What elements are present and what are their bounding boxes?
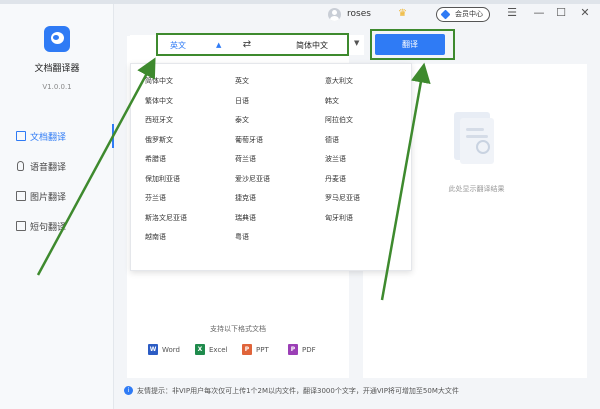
app-name: 文档翻译器	[34, 64, 80, 74]
format-label: Excel	[209, 345, 228, 354]
pdf-icon: P	[288, 344, 298, 355]
app-logo-icon	[44, 26, 70, 52]
language-option[interactable]: 捷克语	[235, 193, 256, 203]
ppt-icon: P	[242, 344, 252, 355]
image-icon	[16, 191, 26, 201]
language-option[interactable]: 波兰语	[325, 154, 346, 164]
sidebar: 文档翻译器 V1.0.0.1 文档翻译 语音翻译 图片翻译 短句翻译	[0, 4, 114, 409]
format-label: PPT	[256, 345, 269, 354]
document-icon	[16, 131, 26, 141]
language-option[interactable]: 德语	[325, 135, 339, 145]
language-option[interactable]: 意大利文	[325, 76, 353, 86]
sidebar-nav: 文档翻译 语音翻译 图片翻译 短句翻译	[0, 121, 114, 241]
info-icon: i	[124, 386, 133, 395]
close-icon[interactable]: ✕	[578, 6, 592, 20]
language-option[interactable]: 日语	[235, 96, 249, 106]
result-placeholder: 此处显示翻译结果	[448, 185, 505, 193]
language-option[interactable]: 瑞典语	[235, 213, 256, 223]
language-option[interactable]: 罗马尼亚语	[325, 193, 360, 203]
sidebar-item-label: 文档翻译	[30, 132, 67, 143]
language-option[interactable]: 匈牙利语	[325, 213, 353, 223]
language-option[interactable]: 芬兰语	[145, 193, 166, 203]
word-icon: W	[148, 344, 158, 355]
language-option[interactable]: 阿拉伯文	[325, 115, 353, 125]
diamond-icon	[440, 9, 451, 20]
supported-formats-title: 支持以下格式文档	[210, 325, 266, 333]
language-option[interactable]: 英文	[235, 76, 249, 86]
language-option[interactable]: 荷兰语	[235, 154, 256, 164]
footer-tip: 友情提示：非VIP用户每次仅可上传1个2M以内文件，翻译3000个文字，开通VI…	[137, 387, 459, 395]
language-option[interactable]: 斯洛文尼亚语	[145, 213, 187, 223]
language-option[interactable]: 粤语	[235, 232, 249, 242]
minimize-icon[interactable]: —	[532, 6, 546, 20]
language-option[interactable]: 葡萄牙语	[235, 135, 263, 145]
annotation-box-translate	[370, 29, 455, 60]
empty-document-icon	[450, 110, 498, 168]
language-option[interactable]: 俄罗斯文	[145, 135, 173, 145]
language-option[interactable]: 繁体中文	[145, 96, 173, 106]
format-word: W Word	[148, 344, 180, 355]
language-option[interactable]: 西班牙文	[145, 115, 173, 125]
microphone-icon	[17, 161, 24, 171]
member-center-label: 会员中心	[455, 10, 483, 18]
app-window: 文档翻译器 V1.0.0.1 文档翻译 语音翻译 图片翻译 短句翻译 roses…	[0, 0, 600, 409]
maximize-icon[interactable]: ☐	[554, 6, 568, 20]
language-dropdown: 简体中文 英文 意大利文繁体中文 日语 韩文西班牙文 泰文 阿拉伯文俄罗斯文 葡萄牙语 德语希腊…	[130, 63, 412, 271]
language-option[interactable]: 希腊语	[145, 154, 166, 164]
text-icon	[16, 221, 26, 231]
format-label: PDF	[302, 345, 316, 354]
sidebar-item-label: 图片翻译	[30, 192, 67, 203]
language-option[interactable]: 爱沙尼亚语	[235, 174, 270, 184]
sidebar-item-label: 短句翻译	[30, 222, 67, 233]
sidebar-item-sentence-translate[interactable]: 短句翻译	[0, 211, 114, 241]
username[interactable]: roses	[347, 9, 371, 19]
chevron-down-icon[interactable]: ▼	[354, 39, 359, 47]
excel-icon: X	[195, 344, 205, 355]
sidebar-item-document-translate[interactable]: 文档翻译	[0, 121, 114, 151]
avatar[interactable]	[328, 8, 341, 21]
sidebar-item-label: 语音翻译	[30, 162, 67, 173]
language-option[interactable]: 越南语	[145, 232, 166, 242]
language-option[interactable]: 保加利亚语	[145, 174, 180, 184]
member-center-button[interactable]: 会员中心	[436, 7, 490, 22]
sidebar-item-voice-translate[interactable]: 语音翻译	[0, 151, 114, 181]
format-pdf: P PDF	[288, 344, 316, 355]
format-excel: X Excel	[195, 344, 228, 355]
annotation-box-language	[156, 33, 349, 56]
sidebar-item-image-translate[interactable]: 图片翻译	[0, 181, 114, 211]
language-option[interactable]: 韩文	[325, 96, 339, 106]
format-ppt: P PPT	[242, 344, 269, 355]
format-label: Word	[162, 345, 180, 354]
app-version: V1.0.0.1	[42, 83, 72, 91]
menu-icon[interactable]: ☰	[505, 6, 519, 20]
vip-crown-icon[interactable]: ♛	[398, 9, 410, 19]
language-option[interactable]: 丹麦语	[325, 174, 346, 184]
language-option[interactable]: 泰文	[235, 115, 249, 125]
language-option[interactable]: 简体中文	[145, 76, 173, 86]
